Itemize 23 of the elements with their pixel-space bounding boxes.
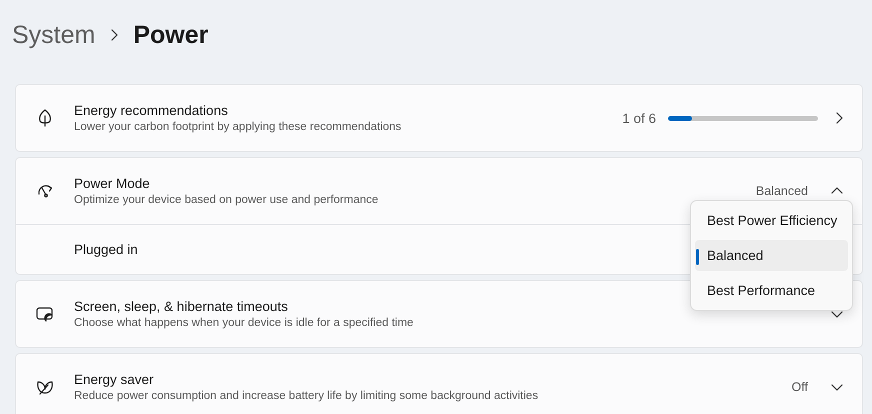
setting-title: Power Mode xyxy=(74,176,151,191)
setting-description: Choose what happens when your device is idle for a specified time xyxy=(74,317,414,329)
dropdown-option[interactable]: Balanced xyxy=(695,240,848,271)
setting-description: Optimize your device based on power use and performance xyxy=(74,194,380,206)
gauge-icon xyxy=(36,183,54,199)
current-value: Balanced xyxy=(756,184,808,198)
setting-title: Screen, sleep, & hibernate timeouts xyxy=(74,299,289,314)
chevron-right-icon xyxy=(834,111,844,125)
breadcrumb-link[interactable]: System xyxy=(12,20,96,50)
setting-label: Plugged in xyxy=(74,242,138,257)
selection-indicator xyxy=(696,249,699,265)
page-title: Power xyxy=(133,20,208,50)
setting-description: Reduce power consumption and increase battery life by limiting some background activities xyxy=(74,390,540,402)
dropdown-option[interactable]: Best Power Efficiency xyxy=(695,205,848,236)
progress-counter: 1 of 6 xyxy=(622,110,656,126)
leaf-icon xyxy=(37,109,53,127)
setting-description: Lower your carbon footprint by applying these recommendations xyxy=(74,121,402,133)
dropdown-option[interactable]: Best Performance xyxy=(695,275,848,306)
setting-title: Energy saver xyxy=(74,372,155,387)
setting-title: Energy recommendations xyxy=(74,103,229,118)
screen-moon-icon xyxy=(36,306,54,322)
current-value: Off xyxy=(792,380,808,394)
chevron-right-icon xyxy=(109,28,120,42)
